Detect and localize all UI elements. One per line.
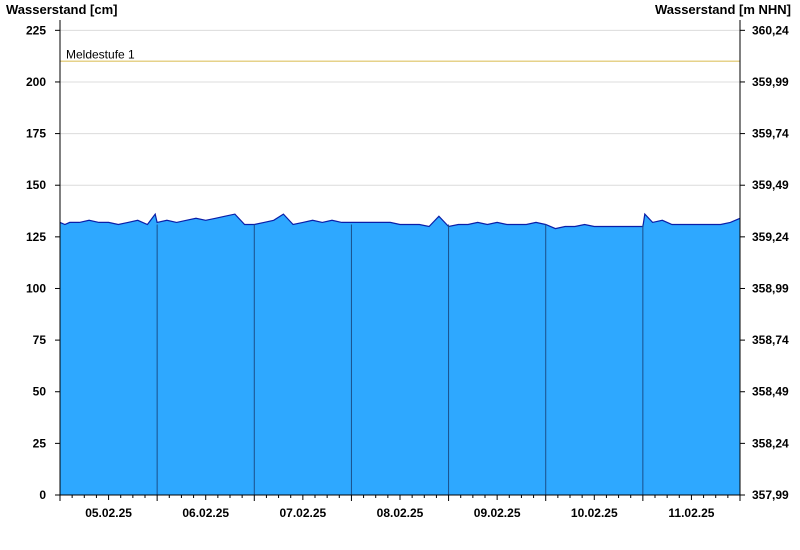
x-tick-label-6: 11.02.25 <box>668 506 714 520</box>
y-tick-right-label-9: 360,24 <box>752 23 789 37</box>
y-tick-right-label-8: 359,99 <box>752 75 789 89</box>
x-tick-label-4: 09.02.25 <box>474 506 521 520</box>
x-tick-label-1: 06.02.25 <box>182 506 229 520</box>
y-tick-left-label-1: 25 <box>33 436 47 450</box>
y-tick-left-label-4: 100 <box>26 281 46 295</box>
water-level-chart: Meldestufe 1 0 25 50 75 100 125 150 175 200 225 3… <box>26 20 789 520</box>
y-tick-left-label-2: 50 <box>33 385 47 399</box>
x-tick-label-5: 10.02.25 <box>571 506 618 520</box>
water-level-area <box>60 214 740 495</box>
y-tick-right-label-4: 358,99 <box>752 281 789 295</box>
y-tick-right-label-5: 359,24 <box>752 230 789 244</box>
y-tick-right-label-6: 359,49 <box>752 178 789 192</box>
y-ticks-left: 0 25 50 75 100 125 150 175 200 225 <box>26 23 60 502</box>
y-tick-left-label-5: 125 <box>26 230 46 244</box>
y-tick-right-label-0: 357,99 <box>752 488 789 502</box>
y-tick-left-label-9: 225 <box>26 23 46 37</box>
y-tick-left-label-6: 150 <box>26 178 46 192</box>
y-tick-left-label-3: 75 <box>33 333 47 347</box>
x-tick-label-0: 05.02.25 <box>85 506 132 520</box>
y-tick-left-label-0: 0 <box>39 488 46 502</box>
x-ticks: 05.02.25 06.02.25 07.02.25 08.02.25 09.02.25… <box>59 495 741 520</box>
y-tick-left-label-8: 200 <box>26 75 46 89</box>
meldestufe-label: Meldestufe 1 <box>66 47 135 61</box>
x-tick-label-3: 08.02.25 <box>377 506 424 520</box>
x-tick-label-2: 07.02.25 <box>279 506 326 520</box>
y-tick-left-label-7: 175 <box>26 127 46 141</box>
y-ticks-right: 357,99 358,24 358,49 358,74 358,99 359,24 359,… <box>740 23 789 502</box>
y-tick-right-label-7: 359,74 <box>752 127 789 141</box>
y-tick-right-label-1: 358,24 <box>752 436 789 450</box>
y-tick-right-label-2: 358,49 <box>752 385 789 399</box>
y-tick-right-label-3: 358,74 <box>752 333 789 347</box>
